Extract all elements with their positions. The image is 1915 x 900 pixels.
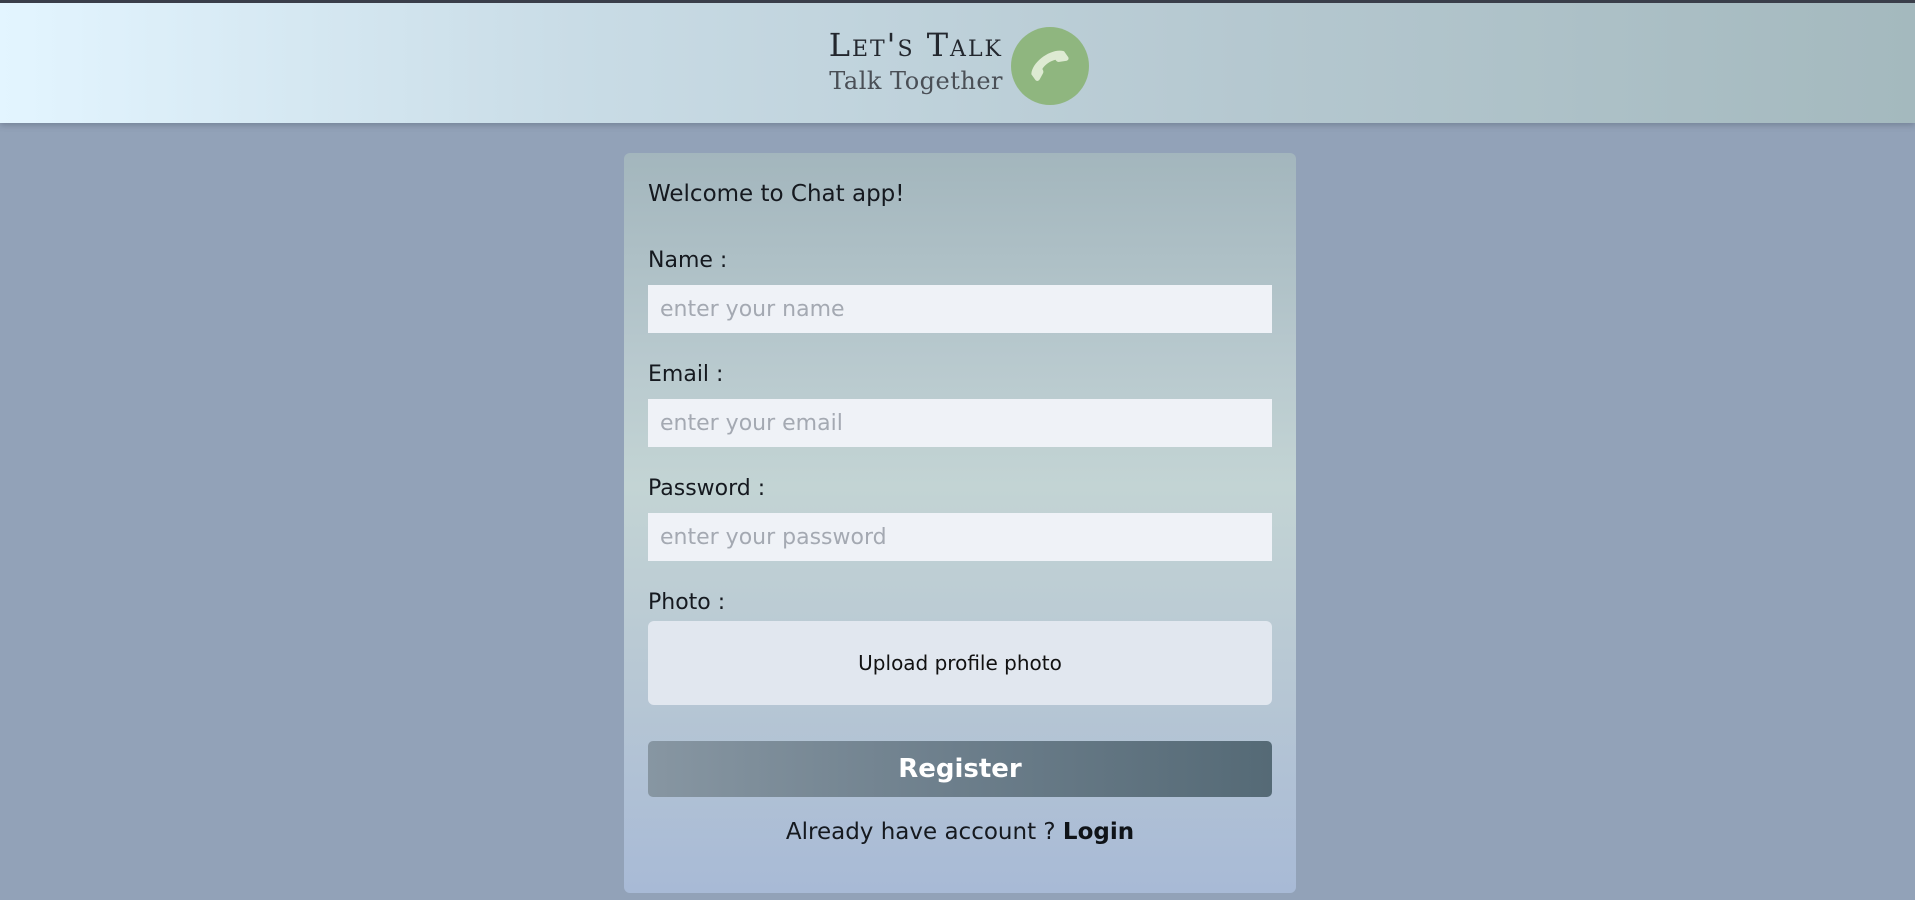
brand-title: Let's Talk [828,26,1003,64]
email-label: Email : [648,362,724,387]
login-prompt: Already have account ? Login [624,819,1296,845]
brand: Let's Talk Talk Together [828,25,1003,97]
login-link[interactable]: Login [1063,819,1134,845]
upload-photo-label: Upload profile photo [858,651,1062,675]
name-input[interactable] [648,285,1272,333]
upload-photo-button[interactable]: Upload profile photo [648,621,1272,705]
photo-label: Photo : [648,590,726,615]
register-card: Welcome to Chat app! Name : Email : Pass… [624,153,1296,893]
logo [1011,27,1089,105]
welcome-heading: Welcome to Chat app! [648,181,905,207]
already-have-account-text: Already have account ? [785,819,1056,845]
password-input[interactable] [648,513,1272,561]
phone-icon [1031,50,1069,81]
email-input[interactable] [648,399,1272,447]
name-label: Name : [648,248,728,273]
register-button[interactable]: Register [648,741,1272,797]
app-header: Let's Talk Talk Together [0,3,1915,123]
brand-subtitle: Talk Together [829,67,1003,95]
password-label: Password : [648,476,766,501]
